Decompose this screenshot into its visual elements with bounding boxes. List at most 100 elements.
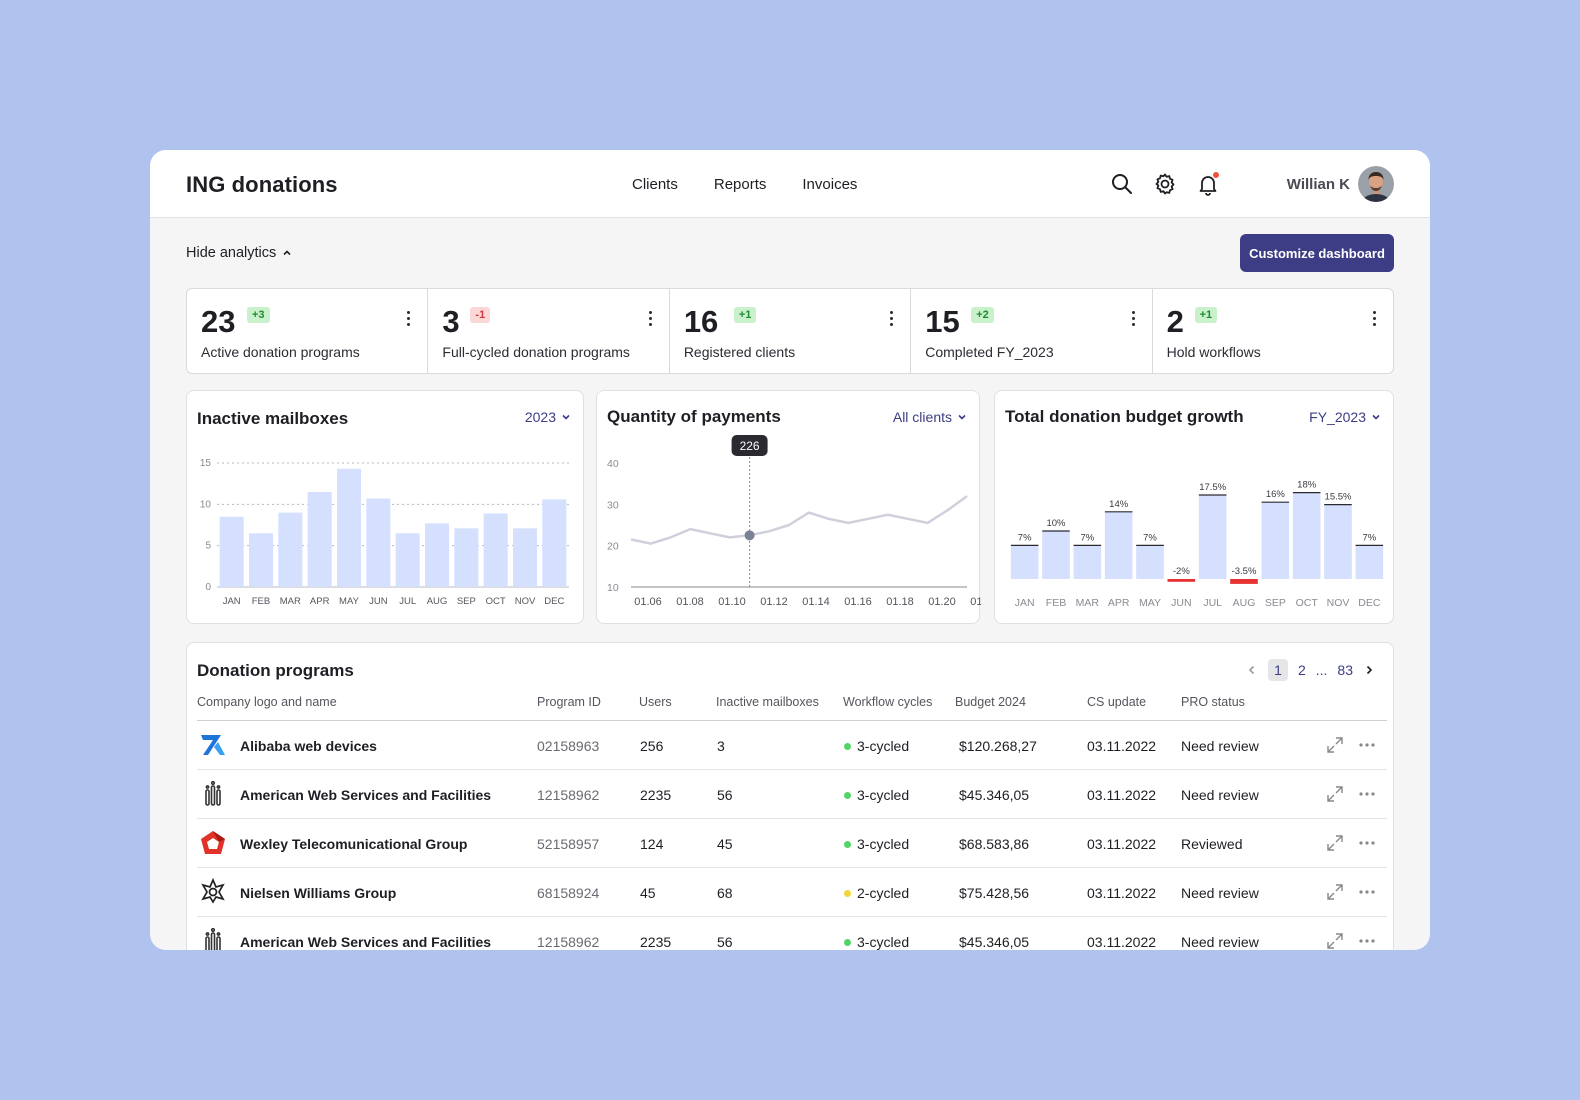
budget-value: $68.583,86 <box>959 836 1030 852</box>
data-label: 7% <box>1362 532 1376 543</box>
x-tick-label: 01.16 <box>844 596 872 608</box>
data-label: 17.5% <box>1199 482 1226 493</box>
filter-value: FY_2023 <box>1309 409 1366 425</box>
more-horizontal-icon[interactable] <box>1357 735 1377 755</box>
customize-dashboard-button[interactable]: Customize dashboard <box>1240 234 1394 272</box>
more-vertical-icon[interactable] <box>407 311 411 327</box>
more-horizontal-icon[interactable] <box>1357 833 1377 853</box>
donation-programs-table: Donation programs 1 2 ... 83 Company log… <box>186 642 1394 950</box>
page-current[interactable]: 1 <box>1268 659 1288 681</box>
fiscal-year-filter-dropdown[interactable]: FY_2023 <box>1309 409 1381 425</box>
cs-update-date: 03.11.2022 <box>1087 738 1157 754</box>
stat-label: Hold workflows <box>1166 344 1261 360</box>
program-id: 68158924 <box>537 885 600 901</box>
table-row[interactable]: Alibaba web devices 02158963 256 3 3-cycled $… <box>197 721 1387 770</box>
x-tick-label: 01.14 <box>802 596 830 608</box>
chart-title: Inactive mailboxes <box>197 409 349 428</box>
nav-reports[interactable]: Reports <box>714 176 767 193</box>
bar <box>219 516 244 587</box>
data-label: -3.5% <box>1232 566 1257 577</box>
table-row[interactable]: American Web Services and Facilities 1215… <box>197 917 1387 950</box>
nav-clients[interactable]: Clients <box>632 176 678 193</box>
table-row[interactable]: American Web Services and Facilities 1215… <box>197 770 1387 819</box>
table-row[interactable]: Nielsen Williams Group 68158924 45 68 2-cycl… <box>197 868 1387 917</box>
x-tick-label: SEP <box>457 596 476 607</box>
highlight-point <box>744 530 755 541</box>
company-name: American Web Services and Facilities <box>240 934 492 950</box>
program-id: 12158962 <box>537 787 600 803</box>
pro-status: Need review <box>1181 787 1259 803</box>
stat-label: Completed FY_2023 <box>925 344 1054 360</box>
column-header[interactable]: Budget 2024 <box>955 695 1026 709</box>
workflow-cycles: 3-cycled <box>857 836 910 852</box>
program-id: 02158963 <box>537 738 600 754</box>
pro-status: Need review <box>1181 738 1259 754</box>
year-filter-dropdown[interactable]: 2023 <box>525 409 571 425</box>
more-horizontal-icon[interactable] <box>1357 882 1377 902</box>
cs-update-date: 03.11.2022 <box>1087 934 1157 950</box>
x-tick-label: APR <box>1108 597 1130 609</box>
chevron-up-icon <box>283 250 291 256</box>
more-horizontal-icon[interactable] <box>1357 931 1377 950</box>
column-header[interactable]: Company logo and name <box>197 695 337 709</box>
more-horizontal-icon[interactable] <box>1357 784 1377 804</box>
clients-filter-dropdown[interactable]: All clients <box>893 409 967 425</box>
column-header[interactable]: Inactive mailboxes <box>716 695 819 709</box>
page-last[interactable]: 83 <box>1337 662 1353 678</box>
gear-icon[interactable] <box>1153 172 1177 196</box>
bell-icon[interactable] <box>1196 172 1220 196</box>
table-row[interactable]: Wexley Telecomunicational Group 52158957 1… <box>197 819 1387 868</box>
expand-icon[interactable] <box>1325 833 1345 853</box>
main-nav: Clients Reports Invoices <box>632 176 857 193</box>
data-label: 14% <box>1109 499 1129 510</box>
bar <box>395 533 420 587</box>
budget-growth-card: 7% JAN 10% FEB 7% MAR 14% APR 7% MAY -2% JUN 17.5% JU… <box>994 390 1394 624</box>
filter-value: All clients <box>892 409 952 425</box>
hide-analytics-toggle[interactable]: Hide analytics <box>186 245 292 261</box>
program-id: 52158957 <box>537 836 600 852</box>
app-window: ING donations Clients Reports Invoices W… <box>150 150 1430 950</box>
negative-bar <box>1167 579 1196 582</box>
chart-title: Total donation budget growth <box>1005 407 1244 426</box>
chevron-right-icon[interactable] <box>1363 664 1375 676</box>
more-vertical-icon[interactable] <box>648 311 653 327</box>
x-tick-label: JUL <box>1203 597 1222 609</box>
pentagon-logo-icon <box>199 829 227 857</box>
stat-delta-badge: +2 <box>971 307 994 323</box>
search-icon[interactable] <box>1110 172 1134 196</box>
page-2[interactable]: 2 <box>1298 662 1306 678</box>
x-tick-label: 01.12 <box>760 596 788 608</box>
column-header[interactable]: Program ID <box>537 695 601 709</box>
column-header[interactable]: PRO status <box>1181 695 1245 709</box>
user-menu[interactable]: Willian K <box>1287 166 1394 202</box>
more-vertical-icon[interactable] <box>1131 311 1136 327</box>
column-header[interactable]: CS update <box>1087 695 1146 709</box>
y-tick-label: 20 <box>607 541 619 553</box>
more-vertical-icon[interactable] <box>1373 311 1377 327</box>
bar <box>366 498 391 587</box>
x-tick-label: 01.10 <box>718 596 746 608</box>
x-tick-label: 01.20 <box>928 596 956 608</box>
x-tick-label: MAY <box>1139 597 1161 609</box>
data-label: 10% <box>1046 518 1066 529</box>
x-tick-label: DEC <box>544 596 564 607</box>
x-tick-label: JUL <box>399 596 416 607</box>
expand-icon[interactable] <box>1325 931 1345 950</box>
avatar[interactable] <box>1358 166 1394 202</box>
expand-icon[interactable] <box>1325 735 1345 755</box>
expand-icon[interactable] <box>1325 882 1345 902</box>
x-tick-label: DEC <box>1358 597 1381 609</box>
bar <box>483 513 508 587</box>
nav-invoices[interactable]: Invoices <box>802 176 857 193</box>
column-header[interactable]: Workflow cycles <box>843 695 932 709</box>
cycle-status-dot <box>844 841 851 848</box>
stat-label: Active donation programs <box>201 344 360 360</box>
series-line <box>630 495 968 545</box>
more-vertical-icon[interactable] <box>890 311 894 327</box>
expand-icon[interactable] <box>1325 784 1345 804</box>
chevron-left-icon[interactable] <box>1246 664 1258 676</box>
data-label: 15.5% <box>1325 492 1352 503</box>
inactive-mailboxes: 68 <box>717 885 733 901</box>
pro-status: Reviewed <box>1181 836 1243 852</box>
column-header[interactable]: Users <box>639 695 672 709</box>
